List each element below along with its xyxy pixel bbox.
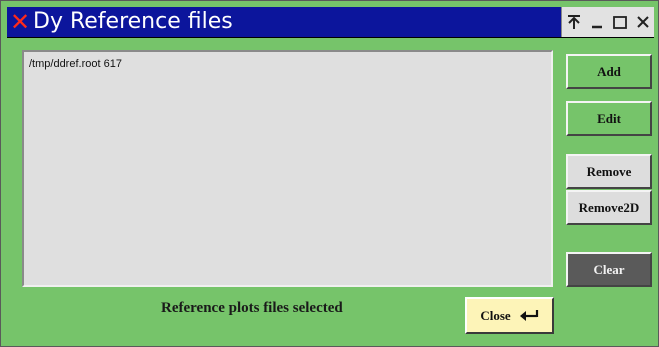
- maximize-icon-svg: [612, 16, 627, 29]
- maximize-icon[interactable]: [608, 10, 631, 34]
- clear-button[interactable]: Clear: [566, 252, 652, 287]
- reference-files-window: ✕ Dy Reference files /tmp/ddref.root 617…: [0, 0, 659, 347]
- close-window-icon-svg: [636, 16, 649, 28]
- title-bar[interactable]: ✕ Dy Reference files: [7, 7, 654, 38]
- minimize-icon[interactable]: [585, 10, 608, 34]
- close-button[interactable]: Close: [465, 297, 554, 334]
- remove2d-button[interactable]: Remove2D: [566, 190, 652, 225]
- edit-button[interactable]: Edit: [566, 101, 652, 136]
- pin-icon[interactable]: [562, 10, 585, 34]
- close-window-icon[interactable]: [631, 10, 654, 34]
- app-close-x-icon[interactable]: ✕: [9, 10, 31, 34]
- window-title: Dy Reference files: [33, 9, 233, 34]
- pin-icon-svg: [567, 15, 580, 29]
- return-arrow-icon: [519, 309, 538, 321]
- remove-button[interactable]: Remove: [566, 154, 652, 189]
- status-message: Reference plots files selected: [161, 300, 343, 316]
- window-controls: [561, 7, 654, 37]
- list-item[interactable]: /tmp/ddref.root 617: [29, 58, 122, 70]
- close-button-label: Close: [480, 307, 511, 323]
- minimize-icon-svg: [591, 25, 602, 29]
- reference-files-listbox[interactable]: /tmp/ddref.root 617: [22, 50, 553, 287]
- add-button[interactable]: Add: [566, 54, 652, 89]
